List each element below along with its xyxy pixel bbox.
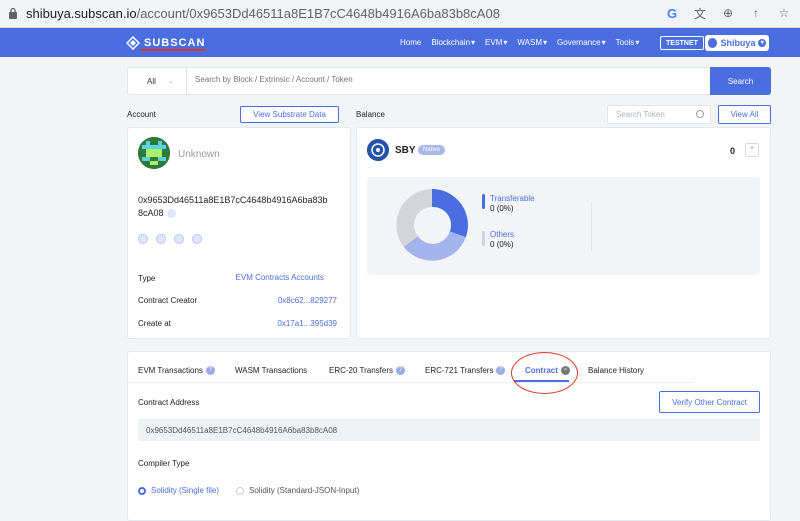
contract-creator-value[interactable]: 0x8c62...829277 xyxy=(220,296,351,305)
logo-text: SUBSCAN xyxy=(144,37,206,49)
nav-links: Home Blockchain ▾ EVM ▾ WASM ▾ Governance ▾ … xyxy=(400,38,639,47)
lock-icon xyxy=(9,7,17,19)
translate-icon[interactable]: 文 xyxy=(692,5,708,21)
shibuya-icon xyxy=(708,38,718,48)
network-selector[interactable]: Shibuya ▾ xyxy=(705,35,769,51)
google-icon[interactable]: G xyxy=(664,5,680,21)
radio-unselected-icon xyxy=(236,486,244,495)
search-token-input[interactable]: Search Token xyxy=(607,105,711,124)
url-path: /account/0x9653Dd46511a8E1B7cC4648b4916A… xyxy=(136,6,500,21)
tab-evm-transactions[interactable]: EVM Transactions? xyxy=(138,366,215,375)
subscan-logo-icon xyxy=(126,36,140,50)
account-address: 0x9653Dd46511a8E1B7cC4648b4916A6ba83b8cA… xyxy=(138,194,328,220)
caret-down-icon: ▾ xyxy=(471,38,476,47)
view-all-button[interactable]: View All xyxy=(718,105,771,124)
annotation-circle xyxy=(511,352,578,394)
create-at-value[interactable]: 0x17a1...395d39 xyxy=(220,319,351,328)
url-text[interactable]: shibuya.subscan.io/account/0x9653Dd46511… xyxy=(26,6,500,21)
verify-other-contract-button[interactable]: Verify Other Contract xyxy=(659,391,760,413)
nav-governance[interactable]: Governance ▾ xyxy=(557,38,606,47)
browser-toolbar-icons: G 文 ⊕ ↑ ☆ xyxy=(664,5,792,21)
search-input[interactable] xyxy=(195,75,695,84)
settings-icon[interactable] xyxy=(192,234,202,244)
annotation-underline xyxy=(140,49,206,51)
balance-donut-chart xyxy=(396,189,468,261)
radio-selected-icon xyxy=(138,486,146,495)
caret-down-icon: ▾ xyxy=(601,38,606,47)
view-substrate-data-button[interactable]: View Substrate Data xyxy=(240,106,339,123)
tab-divider xyxy=(127,382,693,383)
contract-address-field[interactable]: 0x9653Dd46511a8E1B7cC4648b4916A6ba83b8cA… xyxy=(138,419,760,441)
tab-erc721-transfers[interactable]: ERC-721 Transfers? xyxy=(425,366,506,375)
bookmark-icon[interactable]: ☆ xyxy=(776,5,792,21)
zoom-icon[interactable]: ⊕ xyxy=(720,5,736,21)
radio-solidity-standard-json[interactable]: Solidity (Standard-JSON-Input) xyxy=(236,486,359,495)
legend-others-marker xyxy=(482,231,485,246)
help-icon: ? xyxy=(496,366,506,375)
account-name: Unknown xyxy=(178,149,220,160)
type-value[interactable]: EVM Contracts Accounts xyxy=(220,273,324,282)
identity-icon[interactable] xyxy=(138,234,148,244)
network-name: Shibuya xyxy=(720,38,756,48)
caret-down-icon: ▾ xyxy=(503,38,508,47)
radio-solidity-single[interactable]: Solidity (Single file) xyxy=(138,486,219,495)
donut-slice-transferable xyxy=(432,189,468,238)
native-badge: Native xyxy=(418,145,446,155)
search-type-value: All xyxy=(147,76,156,86)
identicon-icon xyxy=(138,137,170,169)
contract-creator-label: Contract Creator xyxy=(138,296,198,305)
token-balance: 0 xyxy=(730,146,736,156)
nav-evm[interactable]: EVM ▾ xyxy=(485,38,507,47)
search-token-placeholder: Search Token xyxy=(616,110,665,119)
legend-transferable-marker xyxy=(482,194,485,209)
copy-icon[interactable] xyxy=(166,209,176,219)
subscan-logo[interactable]: SUBSCAN xyxy=(126,36,205,50)
sby-token-icon xyxy=(367,139,389,161)
tab-erc20-transfers[interactable]: ERC-20 Transfers? xyxy=(329,366,406,375)
url-host: shibuya.subscan.io xyxy=(26,6,137,21)
legend-others-label: Others xyxy=(490,230,515,239)
donut-slice-others-gray xyxy=(396,189,432,247)
chevron-down-icon: ⌄ xyxy=(167,78,174,85)
account-heading: Account xyxy=(127,110,156,119)
account-action-icons xyxy=(138,234,202,244)
balance-heading: Balance xyxy=(356,110,385,119)
nav-wasm[interactable]: WASM ▾ xyxy=(517,38,547,47)
token-symbol: SBY xyxy=(395,145,416,156)
testnet-badge[interactable]: TESTNET xyxy=(660,36,704,50)
search-button[interactable]: Search xyxy=(710,67,771,95)
search-type-select[interactable]: All ⌄ xyxy=(127,67,187,95)
contract-address-label: Contract Address xyxy=(138,398,200,407)
tab-balance-history[interactable]: Balance History xyxy=(588,366,644,375)
chevron-down-icon: ▾ xyxy=(758,39,766,47)
share-icon[interactable]: ↑ xyxy=(748,5,764,21)
tab-wasm-transactions[interactable]: WASM Transactions xyxy=(235,366,307,375)
nav-blockchain[interactable]: Blockchain ▾ xyxy=(431,38,475,47)
key-icon[interactable] xyxy=(156,234,166,244)
legend-transferable-label: Transferable xyxy=(490,194,535,203)
compiler-type-label: Compiler Type xyxy=(138,459,190,468)
link-icon[interactable] xyxy=(174,234,184,244)
caret-down-icon: ▾ xyxy=(543,38,548,47)
collapse-button[interactable]: ⌃ xyxy=(745,143,759,157)
avatar xyxy=(138,137,170,169)
caret-down-icon: ▾ xyxy=(635,38,640,47)
search-icon xyxy=(696,110,704,118)
nav-tools[interactable]: Tools ▾ xyxy=(616,38,640,47)
type-label: Type xyxy=(138,274,156,283)
chart-divider xyxy=(591,203,592,251)
legend-others-value: 0 (0%) xyxy=(490,240,514,249)
legend-transferable-value: 0 (0%) xyxy=(490,204,514,213)
help-icon: ? xyxy=(396,366,406,375)
help-icon: ? xyxy=(205,366,215,375)
create-at-label: Create at xyxy=(138,319,171,328)
nav-home[interactable]: Home xyxy=(400,38,421,47)
